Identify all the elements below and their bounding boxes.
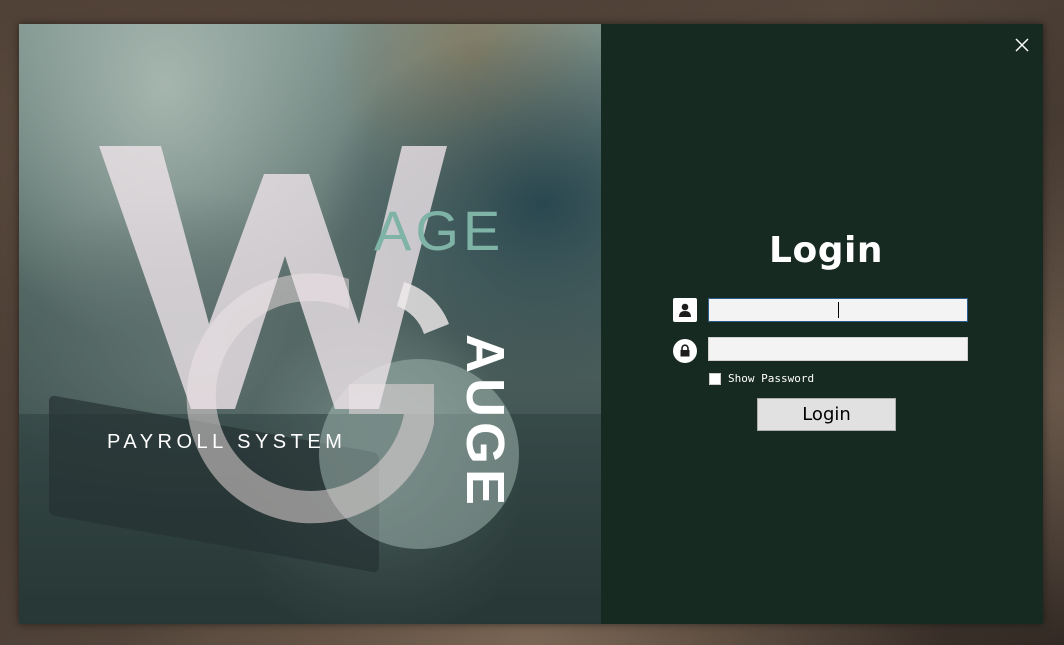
wage-gauge-logo: AGE AUGE PAYROLL SYSTEM bbox=[99, 146, 515, 524]
close-icon[interactable] bbox=[1013, 36, 1031, 54]
logo-word-age: AGE bbox=[374, 199, 504, 262]
logo-accent-curve bbox=[397, 282, 449, 334]
logo-word-auge: AUGE bbox=[455, 334, 515, 510]
login-button[interactable]: Login bbox=[757, 398, 896, 431]
login-window: AGE AUGE PAYROLL SYSTEM Login Show Passw… bbox=[19, 24, 1043, 624]
login-panel: Login Show Password Login bbox=[601, 24, 1043, 624]
show-password-label: Show Password bbox=[728, 372, 815, 385]
user-icon bbox=[673, 298, 697, 322]
lock-icon bbox=[673, 339, 697, 363]
password-field[interactable] bbox=[708, 337, 968, 361]
svg-text:AUGE: AUGE bbox=[455, 334, 515, 510]
login-title: Login bbox=[769, 230, 883, 271]
logo-w-shape bbox=[99, 146, 447, 409]
show-password-checkbox[interactable] bbox=[709, 372, 721, 385]
text-caret bbox=[838, 302, 839, 318]
branding-panel: AGE AUGE PAYROLL SYSTEM bbox=[19, 24, 601, 624]
logo-tagline: PAYROLL SYSTEM bbox=[107, 431, 346, 453]
show-password-toggle[interactable]: Show Password bbox=[709, 372, 814, 385]
